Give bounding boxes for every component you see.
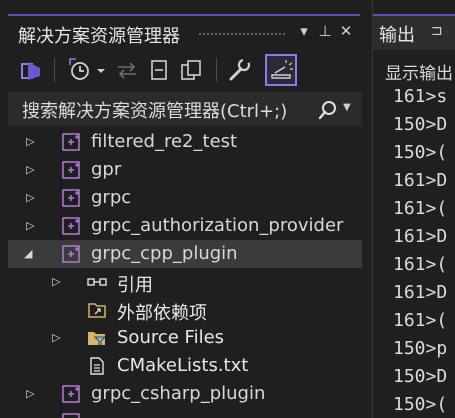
search-box[interactable]: 搜索解决方案资源管理器(Ctrl+;) ▼ xyxy=(8,92,362,126)
expand-arrow-icon[interactable]: ▷ xyxy=(26,163,38,177)
tree-item-label: grpc_csharp_plugin xyxy=(91,383,266,404)
tree-item-label: filtered_re2_test xyxy=(91,131,238,152)
collapse-arrow-icon[interactable]: ◢ xyxy=(24,247,36,261)
sync-arrows-icon xyxy=(118,62,136,79)
output-line: 150>D xyxy=(393,114,448,135)
tree-item-label: Source Files xyxy=(117,327,225,348)
cpp-project-icon xyxy=(62,133,80,151)
clock-icon xyxy=(69,58,89,80)
collapse-all-button[interactable] xyxy=(144,55,174,85)
cpp-project-icon xyxy=(62,413,80,418)
tree-item[interactable]: CMakeLists.txt xyxy=(8,352,362,380)
cpp-project-icon xyxy=(62,385,80,403)
output-line: 161>s xyxy=(393,86,448,107)
tree-item[interactable]: ▷ grpc xyxy=(8,184,362,212)
expand-arrow-icon[interactable]: ▷ xyxy=(52,331,64,345)
show-output-from-label: 显示输出 xyxy=(385,64,453,84)
output-line: 161>D xyxy=(393,282,448,303)
close-button[interactable]: ✕ xyxy=(336,20,356,42)
filter-folder-icon xyxy=(88,332,106,347)
pending-changes-filter-button[interactable] xyxy=(64,55,94,85)
external-dependencies-icon xyxy=(88,303,106,318)
tree-item-label: grpc xyxy=(91,187,132,208)
drag-grip[interactable] xyxy=(198,32,286,37)
pin-button[interactable]: ⊥ xyxy=(315,20,335,42)
pin-icon[interactable]: ⊐ xyxy=(431,23,443,39)
search-input[interactable]: 搜索解决方案资源管理器(Ctrl+;) xyxy=(22,97,287,123)
preview-selected-items-button[interactable] xyxy=(265,54,297,86)
output-line: 150>D xyxy=(393,366,448,387)
tree-item[interactable]: ▷ grpc_authorization_provider xyxy=(8,212,362,240)
solution-explorer-toolbar xyxy=(8,50,360,92)
cpp-project-icon xyxy=(62,217,80,235)
text-file-icon xyxy=(90,357,104,375)
panel-title: 解决方案资源管理器 xyxy=(18,26,180,47)
tree-item-label: 引用 xyxy=(117,275,153,296)
tree-item[interactable]: ▷ filtered_re2_test xyxy=(8,128,362,156)
vs-solution-icon xyxy=(21,62,40,80)
output-line: 161>( xyxy=(393,254,448,275)
chevron-down-icon[interactable] xyxy=(94,55,108,85)
output-line: 150>( xyxy=(393,142,448,163)
tree-item[interactable]: ▷ grpc_csharp_plugin xyxy=(8,380,362,408)
tree-item-label: CMakeLists.txt xyxy=(117,355,249,376)
cpp-project-icon xyxy=(62,245,80,263)
references-icon xyxy=(87,278,107,286)
switch-views-button[interactable] xyxy=(16,55,46,85)
tree-item-label: 外部依赖项 xyxy=(117,303,207,324)
cpp-project-icon xyxy=(62,189,80,207)
output-line: 161>D xyxy=(393,226,448,247)
window-position-dropdown[interactable]: ▾ xyxy=(294,20,314,42)
search-options-chevron-icon[interactable]: ▼ xyxy=(343,102,351,113)
search-icon[interactable] xyxy=(318,100,338,120)
output-source-bar: 显示输出 xyxy=(373,52,455,88)
output-tab-label: 输出 xyxy=(379,25,415,46)
collapse-icon xyxy=(151,60,167,80)
output-line: 150>( xyxy=(393,394,448,415)
output-line: 150>p xyxy=(393,338,448,359)
tree-item-selected[interactable]: ◢ grpc_cpp_plugin xyxy=(8,240,362,268)
expand-arrow-icon[interactable]: ▷ xyxy=(26,191,38,205)
expand-arrow-icon[interactable]: ▷ xyxy=(26,135,38,149)
expand-arrow-icon[interactable]: ▷ xyxy=(26,387,38,401)
cpp-project-icon xyxy=(62,161,80,179)
tree-item-label: grpc_authorization_provider xyxy=(91,215,344,236)
output-line: 161>D xyxy=(393,170,448,191)
output-line: 161>( xyxy=(393,310,448,331)
output-tab[interactable]: 输出 ⊐ xyxy=(373,14,455,50)
tree-item-label: grpc_cpp_plugin xyxy=(91,243,238,264)
tree-item-label: gpr xyxy=(91,159,122,180)
output-line: 161>( xyxy=(393,198,448,219)
properties-button[interactable] xyxy=(224,55,254,85)
output-panel: 输出 ⊐ 显示输出 161>s 150>D 150>( 161>D 161>( … xyxy=(372,0,455,418)
wrench-icon xyxy=(229,58,251,81)
show-all-files-button[interactable] xyxy=(176,55,206,85)
sync-with-document-button[interactable] xyxy=(112,55,142,85)
tree-item[interactable]: ▷ 引用 xyxy=(8,268,362,296)
tree-item[interactable]: ▷ gpr xyxy=(8,156,362,184)
files-icon xyxy=(181,60,201,80)
solution-explorer-panel: 解决方案资源管理器 ▾ ⊥ ✕ 搜索解决方案资源管理器(Ctrl+;) ▼ ▷ … xyxy=(0,0,362,418)
preview-icon xyxy=(271,60,293,79)
tree-item-partial[interactable] xyxy=(8,408,362,418)
expand-arrow-icon[interactable]: ▷ xyxy=(52,275,64,289)
solution-explorer-titlebar: 解决方案资源管理器 ▾ ⊥ ✕ xyxy=(8,14,360,50)
tree-item[interactable]: ▷ Source Files xyxy=(8,324,362,352)
expand-arrow-icon[interactable]: ▷ xyxy=(26,219,38,233)
tree-item[interactable]: 外部依赖项 xyxy=(8,296,362,324)
